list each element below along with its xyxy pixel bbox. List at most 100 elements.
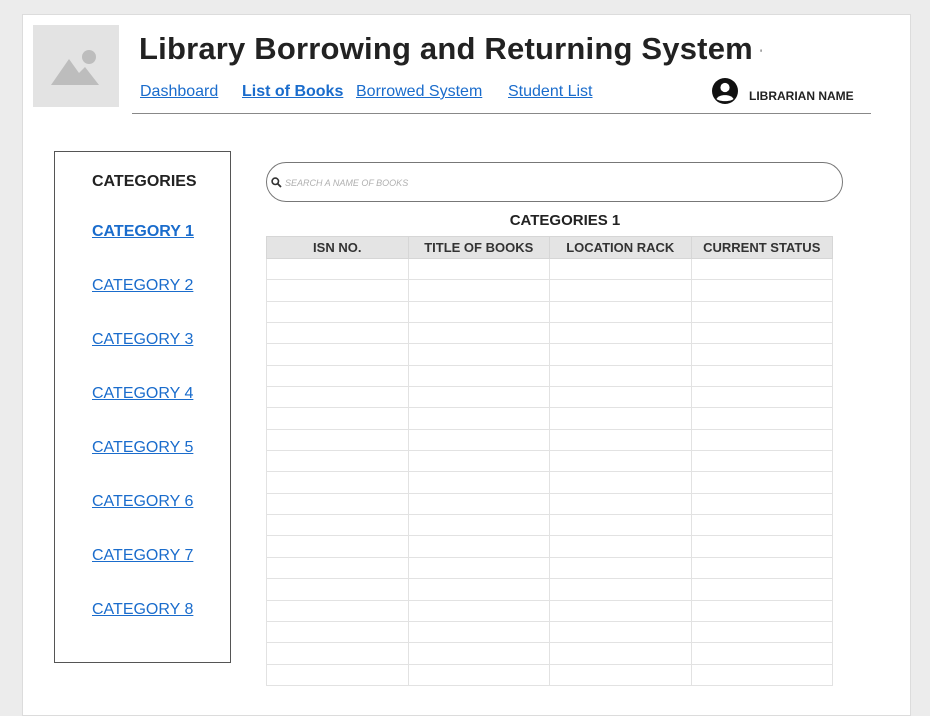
table-row[interactable] (266, 556, 833, 580)
nav-student-list[interactable]: Student List (508, 83, 593, 101)
table-cell (549, 556, 692, 580)
sidebar-heading: CATEGORIES (92, 173, 197, 190)
table-row[interactable] (266, 578, 833, 601)
table-cell (690, 620, 833, 644)
table-cell (690, 364, 833, 388)
table-cell (549, 322, 692, 345)
table-row[interactable] (266, 300, 833, 324)
table-cell (407, 663, 550, 686)
table-cell (549, 450, 692, 473)
table-cell (266, 300, 409, 324)
sidebar-item-category-1[interactable]: CATEGORY 1 (92, 223, 194, 241)
table-cell (690, 492, 833, 516)
table-row[interactable] (266, 620, 833, 644)
table-cell (549, 578, 692, 601)
table-cell (266, 599, 409, 622)
search-bar[interactable] (266, 162, 843, 202)
sidebar-item-category-6[interactable]: CATEGORY 6 (92, 493, 193, 511)
table-cell (266, 642, 409, 665)
table-cell (407, 300, 550, 324)
table-row[interactable] (266, 407, 833, 430)
nav-list-of-books[interactable]: List of Books (242, 83, 343, 101)
books-table: ISN NO. TITLE OF BOOKS LOCATION RACK CUR… (266, 236, 833, 686)
search-icon[interactable] (271, 177, 282, 188)
table-cell (690, 599, 833, 622)
table-cell (690, 535, 833, 558)
table-cell (407, 386, 550, 409)
sidebar-item-category-2[interactable]: CATEGORY 2 (92, 277, 193, 295)
table-row[interactable] (266, 450, 833, 473)
table-cell (690, 471, 833, 494)
column-header-location-rack[interactable]: LOCATION RACK (549, 236, 692, 259)
table-cell (407, 556, 550, 580)
table-row[interactable] (266, 364, 833, 388)
table-row[interactable] (266, 257, 833, 281)
table-row[interactable] (266, 599, 833, 622)
table-cell (549, 300, 692, 324)
sidebar-item-category-5[interactable]: CATEGORY 5 (92, 439, 193, 457)
table-cell (690, 322, 833, 345)
table-cell (549, 407, 692, 430)
table-row[interactable] (266, 471, 833, 494)
table-body (266, 257, 833, 686)
column-header-current-status[interactable]: CURRENT STATUS (690, 236, 833, 259)
nav-dashboard[interactable]: Dashboard (140, 83, 218, 101)
sidebar-item-category-3[interactable]: CATEGORY 3 (92, 331, 193, 349)
table-cell (266, 428, 409, 452)
table-header-row: ISN NO. TITLE OF BOOKS LOCATION RACK CUR… (266, 236, 833, 259)
table-row[interactable] (266, 535, 833, 558)
table-cell (266, 343, 409, 366)
search-input[interactable] (283, 172, 827, 194)
table-row[interactable] (266, 322, 833, 345)
title-trailing-mark: ' (760, 48, 763, 60)
sidebar-item-category-8[interactable]: CATEGORY 8 (92, 601, 193, 619)
table-cell (690, 279, 833, 302)
table-row[interactable] (266, 492, 833, 516)
table-cell (690, 386, 833, 409)
sidebar-item-category-4[interactable]: CATEGORY 4 (92, 385, 193, 403)
table-row[interactable] (266, 428, 833, 452)
table-cell (690, 514, 833, 537)
table-cell (407, 428, 550, 452)
categories-sidebar: CATEGORIES CATEGORY 1 CATEGORY 2 CATEGOR… (54, 151, 231, 663)
table-cell (690, 343, 833, 366)
table-cell (407, 514, 550, 537)
sidebar-item-category-7[interactable]: CATEGORY 7 (92, 547, 193, 565)
table-row[interactable] (266, 514, 833, 537)
table-cell (266, 535, 409, 558)
table-cell (549, 471, 692, 494)
table-cell (549, 257, 692, 281)
table-row[interactable] (266, 663, 833, 686)
table-cell (266, 514, 409, 537)
table-cell (549, 343, 692, 366)
table-cell (407, 364, 550, 388)
page-container: Library Borrowing and Returning System '… (22, 14, 911, 716)
table-cell (549, 428, 692, 452)
table-cell (407, 407, 550, 430)
table-cell (549, 364, 692, 388)
table-row[interactable] (266, 642, 833, 665)
table-cell (407, 257, 550, 281)
page-title: Library Borrowing and Returning System (139, 31, 753, 66)
table-cell (266, 407, 409, 430)
nav-borrowed-system[interactable]: Borrowed System (356, 83, 482, 101)
table-cell (690, 407, 833, 430)
column-header-title[interactable]: TITLE OF BOOKS (407, 236, 550, 259)
user-circle-icon[interactable] (711, 77, 739, 110)
table-cell (549, 279, 692, 302)
table-cell (407, 620, 550, 644)
table-cell (690, 257, 833, 281)
table-title: CATEGORIES 1 (509, 212, 621, 229)
table-cell (266, 279, 409, 302)
table-cell (266, 556, 409, 580)
table-row[interactable] (266, 343, 833, 366)
table-row[interactable] (266, 386, 833, 409)
table-cell (549, 514, 692, 537)
librarian-name: LIBRARIAN NAME (749, 89, 854, 103)
table-cell (690, 428, 833, 452)
column-header-isn-no[interactable]: ISN NO. (266, 236, 409, 259)
table-cell (549, 599, 692, 622)
table-cell (266, 386, 409, 409)
table-cell (549, 492, 692, 516)
table-row[interactable] (266, 279, 833, 302)
